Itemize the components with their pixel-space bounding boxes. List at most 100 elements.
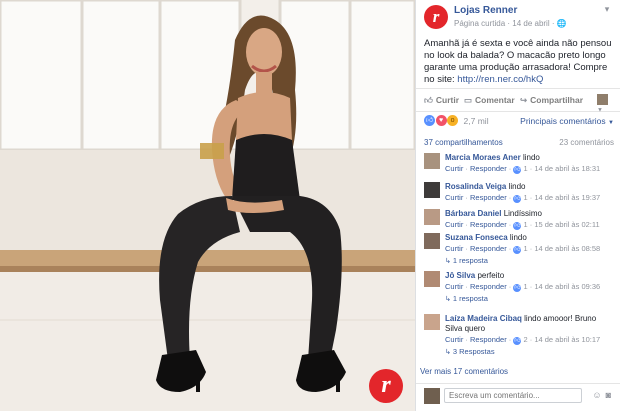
comment-author[interactable]: Rosalinda Veiga [445, 182, 506, 191]
comment-time[interactable]: 14 de abril às 08:58 [534, 244, 600, 253]
comment-text: lindo [509, 233, 527, 242]
comment-like-button[interactable]: Curtir [445, 193, 463, 202]
comment-composer: ☺◙ [416, 383, 620, 405]
post-photo[interactable]: r [0, 0, 415, 411]
comment-label: Comentar [475, 95, 515, 105]
comments-count: 23 comentários [559, 138, 614, 147]
reactions-summary[interactable]: 👍︎ ♥ o 2,7 mil Principais comentários ▼ [424, 115, 614, 129]
comment-icon: ▭ [464, 95, 473, 105]
shares-link[interactable]: 37 compartilhamentos [424, 138, 503, 147]
comment-body: Laíza Madeira Cibaq lindo amooor! Bruno … [445, 314, 615, 358]
comment-author[interactable]: Bárbara Daniel [445, 209, 501, 218]
comment-body: Rosalinda Veiga lindo Curtir · Responder … [445, 182, 615, 203]
post-action-bar: 👍︎ Curtir ▭ Comentar ↪ Compartilhar ▼ [416, 88, 620, 114]
comment-author[interactable]: Laíza Madeira Cibaq [445, 314, 522, 323]
comment-meta: Curtir · Responder · 👍︎ 2 · 14 de abril … [445, 335, 601, 345]
comment-like-button[interactable]: Curtir [445, 220, 463, 229]
comment-body: Jô Silva perfeito Curtir · Responder · 👍︎… [445, 271, 615, 305]
avatar[interactable] [424, 271, 440, 287]
thumbs-up-icon: 👍︎ [513, 284, 522, 292]
comment-meta: Curtir · Responder · 👍︎ 1 · 14 de abril … [445, 193, 601, 203]
comment-author[interactable]: Suzana Fonseca [445, 233, 508, 242]
comment-time[interactable]: 15 de abril às 02:11 [534, 220, 599, 229]
comment-time[interactable]: 14 de abril às 18:31 [534, 164, 600, 173]
comment-list: Marcia Moraes Aner lindo Curtir · Respond… [416, 153, 620, 379]
comment-like-button[interactable]: Curtir [445, 335, 463, 344]
avatar[interactable] [424, 233, 440, 249]
post-header: r Lojas Renner Página curtida · 14 de ab… [416, 0, 620, 34]
avatar[interactable] [424, 314, 440, 330]
wow-reaction-icon: o [447, 115, 459, 127]
comment-meta: Curtir · Responder · 👍︎ 1 · 14 de abril … [445, 282, 601, 292]
love-reaction-icon: ♥ [435, 115, 447, 127]
reply-arrow-icon: ↳ [445, 349, 451, 356]
share-icon: ↪ [520, 95, 528, 105]
like-button[interactable]: 👍︎ Curtir [424, 95, 459, 106]
reaction-count: 2,7 mil [463, 115, 489, 126]
thumbs-up-icon: 👍︎ [513, 195, 522, 203]
view-replies-link[interactable]: ↳ 3 Respostas [445, 347, 615, 358]
comment-like-button[interactable]: Curtir [445, 244, 463, 253]
comment-like-count: 1 [523, 220, 528, 229]
comment-input[interactable] [444, 388, 582, 403]
avatar [597, 94, 608, 106]
share-button[interactable]: ↪ Compartilhar [520, 95, 583, 106]
comment-reply-button[interactable]: Responder [470, 335, 507, 344]
reply-arrow-icon: ↳ [445, 296, 451, 303]
comment-like-count: 1 [523, 244, 528, 253]
avatar[interactable] [424, 153, 440, 169]
post-link[interactable]: http://ren.ner.co/hkQ [457, 74, 543, 85]
view-replies-link[interactable]: ↳ 1 resposta [445, 294, 615, 305]
thumbs-up-icon: 👍︎ [424, 95, 433, 105]
comment-like-button[interactable]: Curtir [445, 282, 463, 291]
comment-meta: Curtir · Responder · 👍︎ 1 · 15 de abril … [445, 220, 600, 230]
share-label: Compartilhar [530, 95, 584, 105]
comment-reply-button[interactable]: Responder [470, 164, 507, 173]
comment-time[interactable]: 14 de abril às 09:36 [534, 282, 600, 291]
comment-reply-button[interactable]: Responder [470, 220, 507, 229]
thumbs-up-icon: 👍︎ [513, 222, 522, 230]
more-comments-link[interactable]: Ver mais 17 comentários [420, 367, 508, 376]
caret-down-icon: ▼ [597, 107, 603, 114]
view-replies-link[interactable]: ↳ 1 resposta [445, 256, 615, 267]
post-side-panel: r Lojas Renner Página curtida · 14 de ab… [415, 0, 620, 411]
thumbs-up-icon: 👍︎ [513, 337, 522, 345]
comment-author[interactable]: Jô Silva [445, 271, 475, 280]
top-comments-dropdown[interactable]: Principais comentários ▼ [520, 116, 614, 126]
comment-time[interactable]: 14 de abril às 19:37 [534, 193, 600, 202]
thumbs-up-icon: 👍︎ [513, 166, 522, 174]
comment-author[interactable]: Marcia Moraes Aner [445, 153, 521, 162]
comment-reply-button[interactable]: Responder [470, 193, 507, 202]
comment-like-button[interactable]: Curtir [445, 164, 463, 173]
camera-icon[interactable]: ◙ [606, 390, 615, 400]
caret-down-icon: ▼ [608, 120, 614, 126]
comment-reply-button[interactable]: Responder [470, 244, 507, 253]
comment-like-count: 2 [523, 335, 528, 344]
like-label: Curtir [435, 95, 460, 105]
post-meta: Página curtida · 14 de abril · 🌐 [454, 19, 567, 28]
reply-arrow-icon: ↳ [445, 258, 451, 265]
top-comments-label: Principais comentários [520, 116, 606, 126]
page-avatar[interactable]: r [424, 5, 448, 29]
avatar[interactable] [424, 182, 440, 198]
comment-text: lindo [522, 153, 540, 162]
comment-text: lindo [508, 182, 526, 191]
comment-time[interactable]: 14 de abril às 10:17 [534, 335, 600, 344]
replies-label: 1 resposta [452, 256, 488, 265]
replies-label: 1 resposta [452, 294, 488, 303]
post-as-selector[interactable]: ▼ [597, 94, 613, 114]
avatar[interactable] [424, 209, 440, 225]
comment-reply-button[interactable]: Responder [470, 282, 507, 291]
comment-body: Marcia Moraes Aner lindo Curtir · Respond… [445, 153, 615, 174]
comment-text: Lindíssimo [503, 209, 542, 218]
page-name-link[interactable]: Lojas Renner [454, 5, 517, 16]
comment-body: Bárbara Daniel Lindíssimo Curtir · Respon… [445, 209, 615, 230]
avatar [424, 388, 440, 404]
replies-label: 3 Respostas [452, 347, 495, 356]
woman-in-black-jumpsuit-image [0, 0, 415, 411]
comment-button[interactable]: ▭ Comentar [464, 95, 515, 106]
emoji-icon[interactable]: ☺ [592, 390, 605, 400]
post-text: Amanhã já é sexta e você ainda não penso… [416, 34, 620, 85]
like-reaction-icon: 👍︎ [424, 115, 435, 127]
chevron-down-icon[interactable]: ▾ [600, 4, 614, 16]
